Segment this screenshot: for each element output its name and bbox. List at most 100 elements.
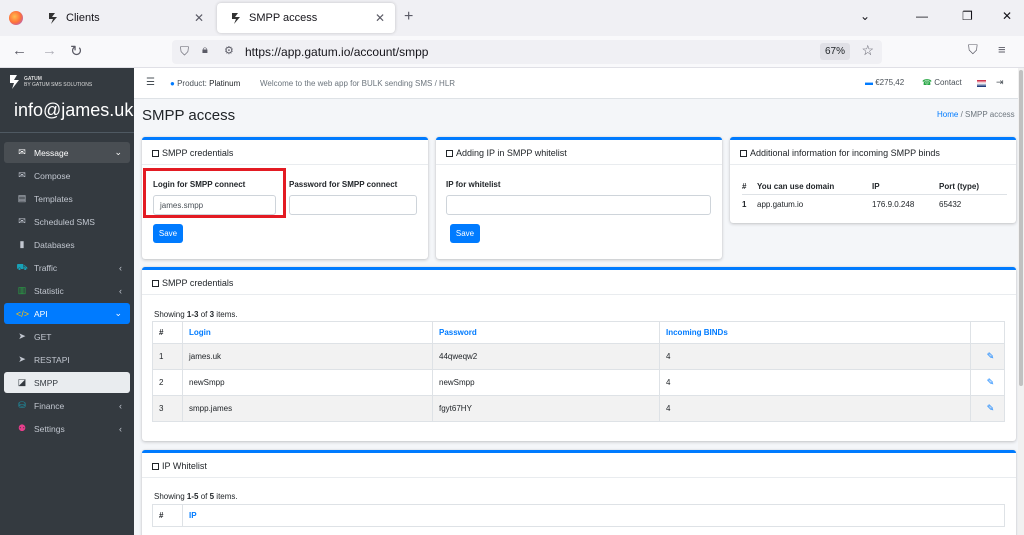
gatum-logo-icon bbox=[10, 75, 19, 89]
page-scrollbar[interactable] bbox=[1018, 68, 1024, 535]
browser-tab-bar: Clients ✕ SMPP access ✕ + ⌄ — ❐ ✕ bbox=[0, 0, 1024, 36]
breadcrumb-home[interactable]: Home bbox=[937, 110, 958, 119]
sidebar-item-restapi[interactable]: ➤ RESTAPI bbox=[4, 349, 130, 370]
firefox-icon[interactable] bbox=[9, 11, 23, 25]
breadcrumb: Home / SMPP access bbox=[937, 110, 1015, 119]
sidebar-item-templates[interactable]: ▤ Templates bbox=[4, 188, 130, 209]
edit-icon[interactable]: ✎ bbox=[987, 403, 995, 413]
close-icon[interactable]: ✕ bbox=[375, 11, 385, 25]
summary-prefix: Showing bbox=[154, 492, 187, 501]
summary-text: Showing 1-5 of 5 items. bbox=[154, 492, 238, 501]
sidebar-item-label: Compose bbox=[34, 170, 71, 181]
templates-icon: ▤ bbox=[17, 193, 27, 203]
sidebar-item-api[interactable]: </> API ⌄ bbox=[4, 303, 130, 324]
card-title: IP Whitelist bbox=[152, 461, 207, 471]
sidebar-item-smpp[interactable]: ◪ SMPP bbox=[4, 372, 130, 393]
table-cell: 176.9.0.248 bbox=[872, 193, 939, 214]
minimize-icon[interactable]: — bbox=[916, 9, 928, 23]
table-cell: 3 bbox=[152, 395, 183, 422]
column-header-ip[interactable]: IP bbox=[182, 504, 1005, 527]
brand-logo[interactable]: GATUM BY GATUM SMS SOLUTIONS bbox=[8, 74, 92, 90]
bookmark-star-icon[interactable]: ☆ bbox=[861, 42, 874, 59]
column-header: IP bbox=[872, 182, 880, 192]
sidebar-item-label: GET bbox=[34, 331, 52, 342]
user-name[interactable]: info@james.uk bbox=[14, 100, 133, 121]
back-arrow-icon[interactable]: ← bbox=[12, 42, 27, 59]
card-header-divider bbox=[730, 164, 1016, 165]
table-cell: 1 bbox=[152, 343, 183, 370]
sidebar: GATUM BY GATUM SMS SOLUTIONS info@james.… bbox=[0, 68, 134, 535]
ip-label: IP for whitelist bbox=[446, 180, 501, 189]
forward-arrow-icon[interactable]: → bbox=[42, 42, 57, 59]
tab-clients[interactable]: Clients ✕ bbox=[34, 3, 214, 33]
table-cell: james.uk bbox=[182, 343, 433, 370]
window-close-icon[interactable]: ✕ bbox=[1002, 9, 1012, 23]
balance-value: €275,42 bbox=[875, 78, 905, 87]
tab-smpp-access[interactable]: SMPP access ✕ bbox=[217, 3, 395, 33]
logout-icon[interactable]: ⇥ bbox=[996, 77, 1004, 88]
reload-icon[interactable]: ↻ bbox=[70, 42, 83, 60]
card-header-divider bbox=[436, 164, 722, 165]
chevron-left-icon: ‹ bbox=[119, 423, 122, 434]
lock-icon[interactable]: 🔒︎ bbox=[202, 44, 208, 57]
sidebar-item-statistic[interactable]: ▥ Statistic ‹ bbox=[4, 280, 130, 301]
url-bar[interactable]: ⛉ 🔒︎ ⚙ https://app.gatum.io/account/smpp… bbox=[172, 40, 882, 64]
card-title-text: IP Whitelist bbox=[162, 461, 207, 471]
sidebar-item-scheduled-sms[interactable]: ✉ Scheduled SMS bbox=[4, 211, 130, 232]
table-cell: newSmpp bbox=[432, 369, 660, 396]
uk-flag-icon[interactable] bbox=[977, 80, 986, 87]
column-header-login[interactable]: Login bbox=[182, 321, 433, 344]
sidebar-item-label: Message bbox=[34, 147, 69, 158]
menu-hamburger-icon[interactable]: ≡ bbox=[998, 42, 1006, 57]
shield-icon[interactable]: ⛉ bbox=[180, 44, 189, 59]
password-label: Password for SMPP connect bbox=[289, 180, 398, 189]
permissions-icon[interactable]: ⚙ bbox=[224, 44, 234, 57]
chevron-left-icon: ‹ bbox=[119, 262, 122, 273]
hamburger-menu-icon[interactable]: ☰ bbox=[146, 77, 155, 88]
url-text: https://app.gatum.io/account/smpp bbox=[245, 45, 429, 59]
chevron-down-icon: ⌄ bbox=[114, 147, 122, 157]
restore-icon[interactable]: ❐ bbox=[962, 9, 973, 23]
compose-icon: ✉ bbox=[18, 170, 26, 180]
breadcrumb-current: SMPP access bbox=[965, 110, 1015, 119]
zoom-level-badge[interactable]: 67% bbox=[819, 43, 850, 60]
chevron-left-icon: ‹ bbox=[119, 400, 122, 411]
pocket-icon[interactable]: ⛉ bbox=[968, 42, 978, 58]
product-label: Product: bbox=[177, 79, 207, 88]
contact-link[interactable]: ☎ Contact bbox=[922, 78, 962, 87]
smpp-bind-info-card: Additional information for incoming SMPP… bbox=[730, 137, 1016, 223]
scrollbar-thumb[interactable] bbox=[1019, 70, 1023, 386]
table-cell: 4 bbox=[659, 343, 971, 370]
save-credentials-button[interactable]: Save bbox=[153, 224, 183, 243]
sidebar-item-finance[interactable]: ⛁ Finance ‹ bbox=[4, 395, 130, 416]
new-tab-plus-icon[interactable]: + bbox=[404, 8, 413, 26]
table-header-row: # Login Password Incoming BINDs bbox=[152, 321, 1005, 344]
sidebar-item-compose[interactable]: ✉ Compose bbox=[4, 165, 130, 186]
sidebar-item-databases[interactable]: ▮ Databases bbox=[4, 234, 130, 255]
sidebar-item-traffic[interactable]: ⛟ Traffic ‹ bbox=[4, 257, 130, 278]
column-header-password[interactable]: Password bbox=[432, 321, 660, 344]
card-header-divider bbox=[142, 294, 1016, 295]
column-header-incoming-binds[interactable]: Incoming BINDs bbox=[659, 321, 971, 344]
sidebar-menu: ✉ Message ⌄ ✉ Compose ▤ Templates ✉ Sche… bbox=[4, 142, 130, 441]
product-indicator[interactable]: ● Product: Platinum bbox=[170, 79, 240, 88]
phone-icon: ☎ bbox=[922, 78, 932, 87]
sidebar-item-label: Statistic bbox=[34, 285, 64, 296]
summary-mid: of bbox=[198, 310, 210, 319]
sidebar-item-settings[interactable]: ⚉ Settings ‹ bbox=[4, 418, 130, 439]
card-header-divider bbox=[142, 164, 428, 165]
table-cell: 2 bbox=[152, 369, 183, 396]
close-icon[interactable]: ✕ bbox=[194, 11, 204, 25]
smpp-password-input[interactable] bbox=[289, 195, 417, 215]
sidebar-item-get[interactable]: ➤ GET bbox=[4, 326, 130, 347]
ip-whitelist-input[interactable] bbox=[446, 195, 711, 215]
save-ip-button[interactable]: Save bbox=[450, 224, 480, 243]
balance-link[interactable]: ▬ €275,42 bbox=[865, 78, 904, 87]
edit-icon[interactable]: ✎ bbox=[987, 377, 995, 387]
list-all-tabs-chevron-icon[interactable]: ⌄ bbox=[860, 9, 870, 23]
edit-icon[interactable]: ✎ bbox=[987, 351, 995, 361]
sidebar-item-message[interactable]: ✉ Message ⌄ bbox=[4, 142, 130, 163]
table-cell: newSmpp bbox=[182, 369, 433, 396]
sidebar-item-label: RESTAPI bbox=[34, 354, 70, 365]
send-icon: ➤ bbox=[18, 354, 26, 364]
